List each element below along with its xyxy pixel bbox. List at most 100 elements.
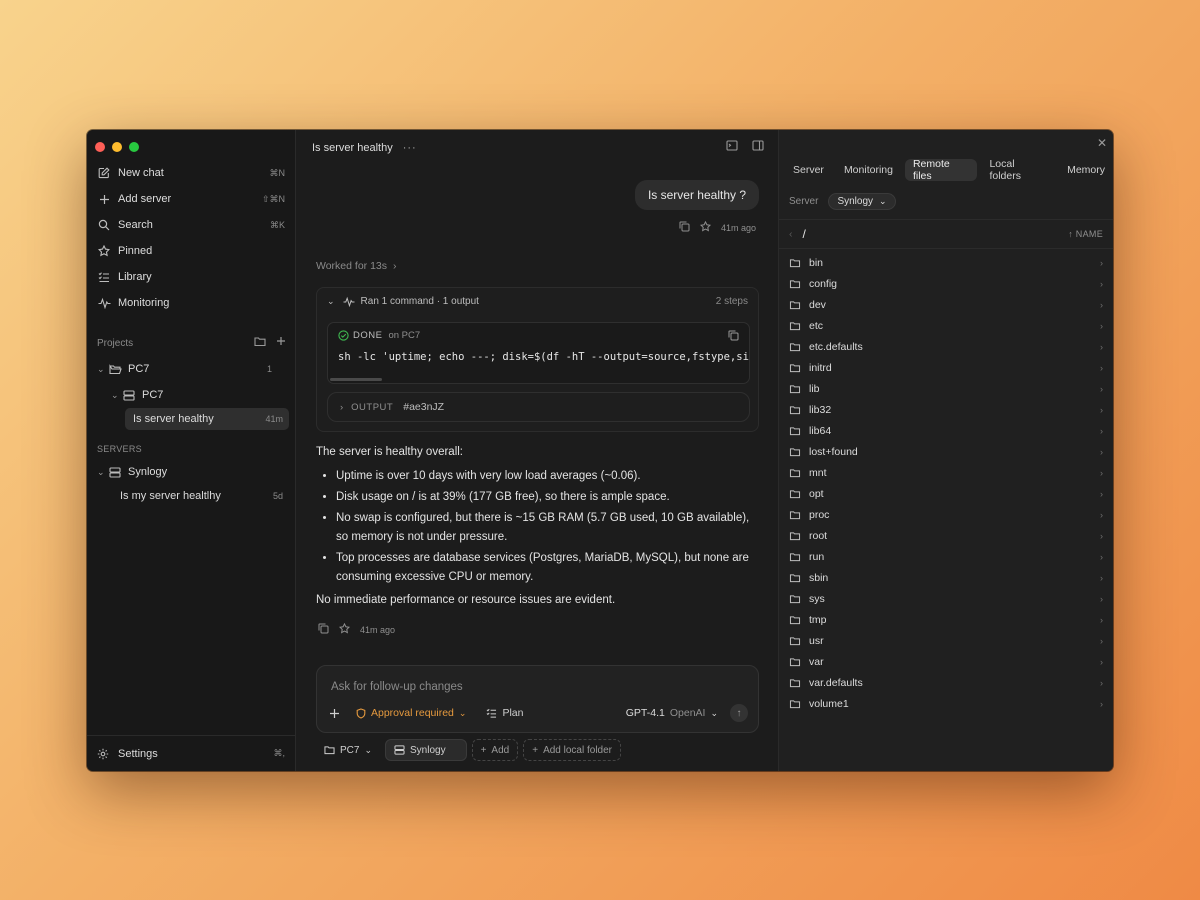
more-icon[interactable]: ··· — [403, 142, 417, 154]
tab-remote-files[interactable]: Remote files — [904, 158, 978, 182]
list-icon — [486, 708, 497, 718]
project-chip[interactable]: PC7 ⌄ — [316, 739, 380, 761]
follow-up-input[interactable]: Ask for follow-up changes — [331, 681, 463, 693]
sort-by-name[interactable]: ↑ NAME — [1068, 229, 1103, 239]
chevron-right-icon: › — [1100, 341, 1103, 352]
output-toggle[interactable]: › OUTPUT #ae3nJZ — [327, 392, 750, 422]
maximize-window-button[interactable] — [129, 142, 139, 152]
server-icon — [109, 466, 123, 478]
folder-icon — [789, 636, 803, 646]
chevron-right-icon: › — [1100, 299, 1103, 310]
file-row[interactable]: root › — [779, 525, 1113, 546]
file-row[interactable]: tmp › — [779, 609, 1113, 630]
chat-is-server-healthy[interactable]: Is server healthy 41m — [125, 408, 289, 430]
settings-button[interactable]: Settings ⌘, — [87, 735, 295, 771]
model-selector[interactable]: GPT-4.1 OpenAI ⌄ — [626, 707, 718, 719]
back-chevron-icon[interactable]: ‹ — [789, 228, 793, 240]
nav-pinned[interactable]: Pinned — [87, 238, 295, 264]
chevron-right-icon: › — [340, 401, 344, 413]
plus-icon — [97, 192, 111, 206]
new-folder-icon[interactable] — [254, 336, 266, 350]
star-icon[interactable] — [338, 622, 351, 636]
copy-icon[interactable] — [679, 221, 690, 234]
chevron-down-icon: ⌄ — [97, 363, 105, 374]
terminal-icon[interactable] — [726, 138, 738, 156]
file-row[interactable]: lost+found › — [779, 441, 1113, 462]
tool-run-header[interactable]: ⌄ Ran 1 command · 1 output 2 steps — [317, 288, 758, 314]
file-row[interactable]: lib32 › — [779, 399, 1113, 420]
file-row[interactable]: lib64 › — [779, 420, 1113, 441]
tab-local-folders[interactable]: Local folders — [981, 158, 1055, 182]
command-text: sh -lc 'uptime; echo ---; disk=$(df -hT … — [338, 351, 750, 363]
nav-search[interactable]: Search ⌘K — [87, 212, 295, 238]
plan-toggle[interactable]: Plan — [486, 707, 523, 719]
file-row[interactable]: dev › — [779, 294, 1113, 315]
file-row[interactable]: var › — [779, 651, 1113, 672]
tool-run-card: ⌄ Ran 1 command · 1 output 2 steps DONE … — [316, 287, 759, 432]
attach-plus-icon[interactable] — [329, 708, 340, 719]
folder-icon — [789, 552, 803, 562]
send-button[interactable]: ↑ — [730, 704, 748, 722]
file-row[interactable]: usr › — [779, 630, 1113, 651]
file-row[interactable]: config › — [779, 273, 1113, 294]
approval-dropdown[interactable]: Approval required ⌄ — [356, 707, 466, 719]
server-synlogy[interactable]: ⌄ Synlogy — [97, 461, 286, 483]
worked-for-toggle[interactable]: Worked for 13s › — [316, 260, 397, 272]
close-icon[interactable]: ✕ — [1097, 136, 1107, 150]
tab-memory[interactable]: Memory — [1059, 159, 1113, 181]
folder-icon — [789, 678, 803, 688]
file-row[interactable]: sbin › — [779, 567, 1113, 588]
file-row[interactable]: bin › — [779, 252, 1113, 273]
file-row[interactable]: mnt › — [779, 462, 1113, 483]
folder-icon — [789, 300, 803, 310]
copy-icon[interactable] — [728, 330, 739, 341]
folder-icon — [789, 531, 803, 541]
file-row[interactable]: var.defaults › — [779, 672, 1113, 693]
edit-icon — [97, 166, 111, 180]
file-row[interactable]: sys › — [779, 588, 1113, 609]
copy-icon[interactable] — [318, 623, 329, 636]
chevron-right-icon: › — [1100, 698, 1103, 709]
gear-icon — [97, 748, 111, 760]
horizontal-scrollbar[interactable] — [330, 378, 382, 381]
add-chip-button[interactable]: + Add — [471, 739, 519, 761]
file-row[interactable]: initrd › — [779, 357, 1113, 378]
minimize-window-button[interactable] — [112, 142, 122, 152]
chat-is-my-server-healthy[interactable]: Is my server healtlhy 5d — [120, 485, 283, 507]
tab-server[interactable]: Server — [785, 159, 832, 181]
folder-icon — [789, 573, 803, 583]
add-project-icon[interactable] — [276, 336, 286, 350]
file-row[interactable]: proc › — [779, 504, 1113, 525]
nav-monitoring[interactable]: Monitoring — [87, 290, 295, 316]
file-row[interactable]: volume1 › — [779, 693, 1113, 714]
nav-new-chat[interactable]: New chat ⌘N — [87, 160, 295, 186]
server-select[interactable]: Synlogy ⌄ — [828, 193, 896, 210]
chevron-down-icon: ⌄ — [879, 196, 887, 206]
file-row[interactable]: lib › — [779, 378, 1113, 399]
file-row[interactable]: opt › — [779, 483, 1113, 504]
nav-add-server[interactable]: Add server ⇧⌘N — [87, 186, 295, 212]
star-icon[interactable] — [699, 220, 712, 234]
server-selector-row: Server Synlogy ⌄ — [789, 193, 896, 210]
project-pc7[interactable]: ⌄ PC7 1 — [97, 358, 286, 380]
nav-library[interactable]: Library — [87, 264, 295, 290]
toggle-panel-icon[interactable] — [752, 138, 764, 156]
file-row[interactable]: etc › — [779, 315, 1113, 336]
chevron-down-icon: ⌄ — [327, 295, 335, 306]
folder-icon — [789, 258, 803, 268]
project-server-pc7[interactable]: ⌄ PC7 — [111, 384, 286, 406]
chevron-right-icon: › — [1100, 383, 1103, 394]
chevron-right-icon: › — [1100, 425, 1103, 436]
file-row[interactable]: run › — [779, 546, 1113, 567]
chevron-down-icon: ⌄ — [97, 466, 105, 477]
pulse-icon — [343, 296, 355, 307]
tab-monitoring[interactable]: Monitoring — [836, 159, 901, 181]
list-item: Disk usage on / is at 39% (177 GB free),… — [336, 488, 761, 507]
server-chip[interactable]: Synlogy — [385, 739, 467, 761]
close-window-button[interactable] — [95, 142, 105, 152]
file-row[interactable]: etc.defaults › — [779, 336, 1113, 357]
add-local-folder-button[interactable]: + Add local folder — [523, 739, 621, 761]
folder-icon — [789, 384, 803, 394]
composer[interactable]: Ask for follow-up changes Approval requi… — [316, 665, 759, 733]
folder-icon — [789, 468, 803, 478]
